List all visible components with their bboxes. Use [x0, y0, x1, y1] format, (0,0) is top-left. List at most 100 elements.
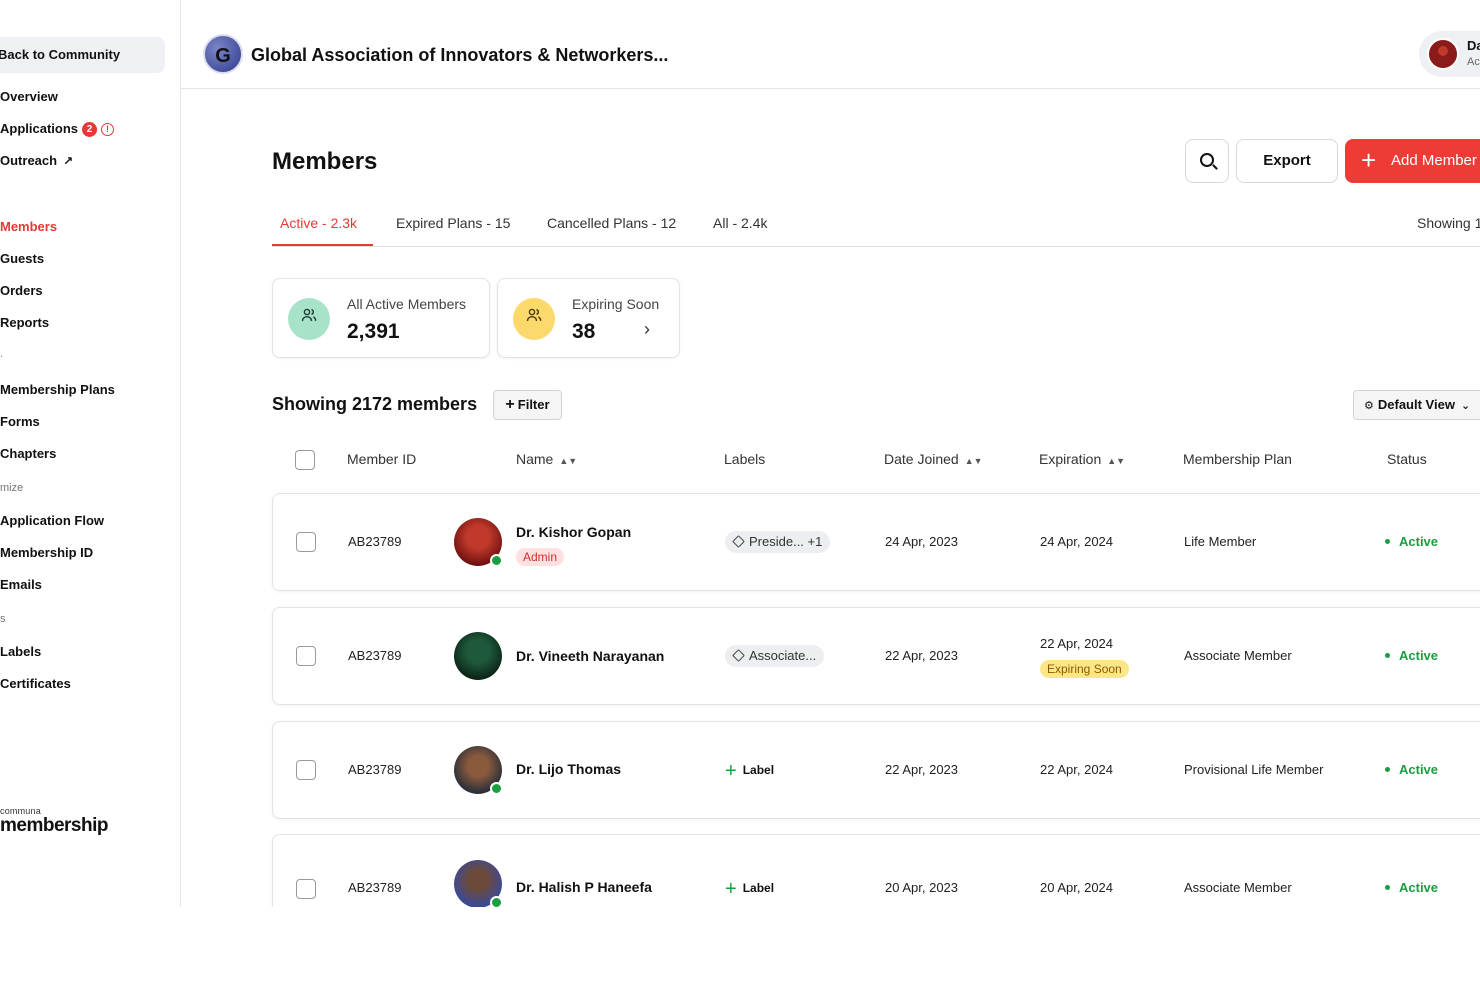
status-text: Active — [1399, 534, 1439, 549]
status-badge: Active — [1385, 762, 1438, 777]
sliders-icon: ⚙ — [1364, 400, 1374, 412]
view-selector[interactable]: ⚙ Default View ⌄ — [1353, 390, 1480, 420]
status-badge: Active — [1385, 534, 1438, 549]
add-label-button[interactable]: + Label — [725, 760, 774, 783]
sidebar-item-membership-plans[interactable]: Membership Plans — [0, 382, 115, 397]
row-checkbox[interactable] — [296, 532, 316, 552]
status-dot — [1385, 539, 1390, 544]
back-label: Back to Community — [0, 47, 121, 62]
column-header-labels: Labels — [724, 451, 766, 467]
expiration-date: 20 Apr, 2024 — [1040, 880, 1114, 895]
tag-icon — [732, 649, 745, 662]
expiring-soon-badge: Expiring Soon — [1040, 660, 1129, 678]
plus-icon: + — [725, 760, 737, 782]
member-id: AB23789 — [348, 880, 402, 895]
status-text: Active — [1399, 648, 1439, 663]
sidebar-item-orders[interactable]: Orders — [0, 283, 43, 298]
date-joined: 20 Apr, 2023 — [885, 880, 959, 895]
status-dot — [1385, 767, 1390, 772]
membership-plan: Provisional Life Member — [1184, 762, 1324, 777]
export-button[interactable]: Export — [1236, 139, 1338, 183]
table-row[interactable]: AB23789 Dr. Kishor Gopan Admin Preside..… — [272, 493, 1480, 591]
tab-cancelled-plans[interactable]: Cancelled Plans - 12 — [547, 215, 676, 231]
member-name[interactable]: Dr. Lijo Thomas — [516, 761, 621, 777]
search-button[interactable] — [1185, 139, 1229, 183]
pagination-summary: Showing 1 — [1417, 215, 1480, 231]
status-badge: Active — [1385, 648, 1438, 663]
table-row[interactable]: AB23789 Dr. Vineeth Narayanan Associate.… — [272, 607, 1480, 705]
tab-active[interactable]: Active - 2.3k — [280, 215, 357, 231]
stat-card-expiring-soon[interactable]: Expiring Soon 38 › — [497, 278, 680, 358]
plus-icon: + — [725, 878, 737, 900]
user-avatar — [1427, 38, 1459, 70]
table-row[interactable]: AB23789 Dr. Halish P Haneefa + Label 20 A… — [272, 834, 1480, 907]
sidebar-item-guests[interactable]: Guests — [0, 251, 44, 266]
column-header-status: Status — [1387, 451, 1427, 467]
member-name[interactable]: Dr. Kishor Gopan — [516, 524, 631, 540]
add-label-button[interactable]: + Label — [725, 878, 774, 901]
row-checkbox[interactable] — [296, 760, 316, 780]
sidebar-item-emails[interactable]: Emails — [0, 577, 42, 592]
sidebar-item-applications[interactable]: Applications 2! — [0, 121, 115, 138]
sidebar-item-chapters[interactable]: Chapters — [0, 446, 56, 461]
sidebar-item-members[interactable]: Members — [0, 219, 57, 234]
back-to-community-button[interactable]: Back to Community — [0, 37, 165, 73]
members-count-heading: Showing 2172 members — [272, 394, 478, 414]
stat-label: All Active Members — [347, 296, 467, 312]
tab-expired-plans[interactable]: Expired Plans - 15 — [396, 215, 510, 231]
add-label-text: Label — [742, 763, 775, 777]
row-checkbox[interactable] — [296, 879, 316, 899]
column-header-member-id: Member ID — [347, 451, 417, 467]
sidebar-item-certificates[interactable]: Certificates — [0, 676, 71, 691]
column-header-label: Date Joined — [884, 451, 959, 467]
status-badge: Active — [1385, 880, 1438, 895]
sidebar-item-membership-id[interactable]: Membership ID — [0, 545, 93, 560]
column-header-date-joined[interactable]: Date Joined ▲▼ — [884, 451, 983, 467]
plus-icon: + — [1361, 145, 1377, 175]
filter-button[interactable]: + Filter — [493, 390, 562, 420]
expiration-date: 22 Apr, 2024 — [1040, 762, 1114, 777]
column-header-expiration[interactable]: Expiration ▲▼ — [1039, 451, 1125, 467]
sidebar-item-labels[interactable]: Labels — [0, 644, 41, 659]
sidebar-section-label: s — [0, 613, 6, 625]
sidebar-item-label: Chapters — [0, 446, 57, 461]
table-row[interactable]: AB23789 Dr. Lijo Thomas + Label 22 Apr, 2… — [272, 721, 1480, 819]
sidebar-item-label: Application Flow — [0, 513, 104, 528]
avatar — [454, 518, 503, 567]
user-role: Ac — [1467, 56, 1480, 68]
member-id: AB23789 — [348, 648, 402, 663]
label-chip[interactable]: Preside... +1 — [725, 531, 831, 553]
sidebar: Back to Community Overview Applications 2… — [0, 0, 181, 907]
sidebar-item-label: Reports — [0, 315, 50, 330]
chevron-right-icon: › — [644, 319, 650, 339]
sidebar-item-application-flow[interactable]: Application Flow — [0, 513, 104, 528]
tab-all[interactable]: All - 2.4k — [713, 215, 767, 231]
add-member-button[interactable]: + Add Member — [1345, 139, 1480, 183]
membership-plan: Associate Member — [1184, 880, 1292, 895]
add-member-label: Add Member — [1391, 152, 1477, 169]
column-header-name[interactable]: Name ▲▼ — [516, 451, 577, 467]
select-all-checkbox[interactable] — [295, 450, 315, 470]
external-link-icon: ↗ — [63, 154, 74, 168]
sidebar-item-reports[interactable]: Reports — [0, 315, 49, 330]
sort-icon: ▲▼ — [1107, 456, 1126, 466]
applications-count-badge: 2 — [82, 122, 98, 138]
status-text: Active — [1399, 880, 1439, 895]
sidebar-item-label: Emails — [0, 577, 42, 592]
filter-label: Filter — [517, 397, 550, 412]
page-title: Members — [272, 148, 378, 175]
label-chip[interactable]: Associate... — [725, 645, 825, 667]
sidebar-item-overview[interactable]: Overview — [0, 89, 58, 104]
row-checkbox[interactable] — [296, 646, 316, 666]
stat-label: Expiring Soon — [572, 296, 660, 312]
member-name[interactable]: Dr. Halish P Haneefa — [516, 879, 652, 895]
expiration-date: 22 Apr, 2024 — [1040, 636, 1114, 651]
sidebar-item-outreach[interactable]: Outreach ↗ — [0, 153, 73, 168]
sidebar-item-forms[interactable]: Forms — [0, 414, 40, 429]
users-icon — [288, 298, 330, 340]
label-text: Preside... +1 — [749, 534, 823, 549]
member-tabs: Active - 2.3k Expired Plans - 15 Cancell… — [272, 206, 1480, 247]
user-menu[interactable]: Da Ac — [1419, 31, 1480, 77]
member-name[interactable]: Dr. Vineeth Narayanan — [516, 648, 664, 664]
row-clip: AB23789 Dr. Halish P Haneefa + Label 20 A… — [0, 834, 1480, 907]
